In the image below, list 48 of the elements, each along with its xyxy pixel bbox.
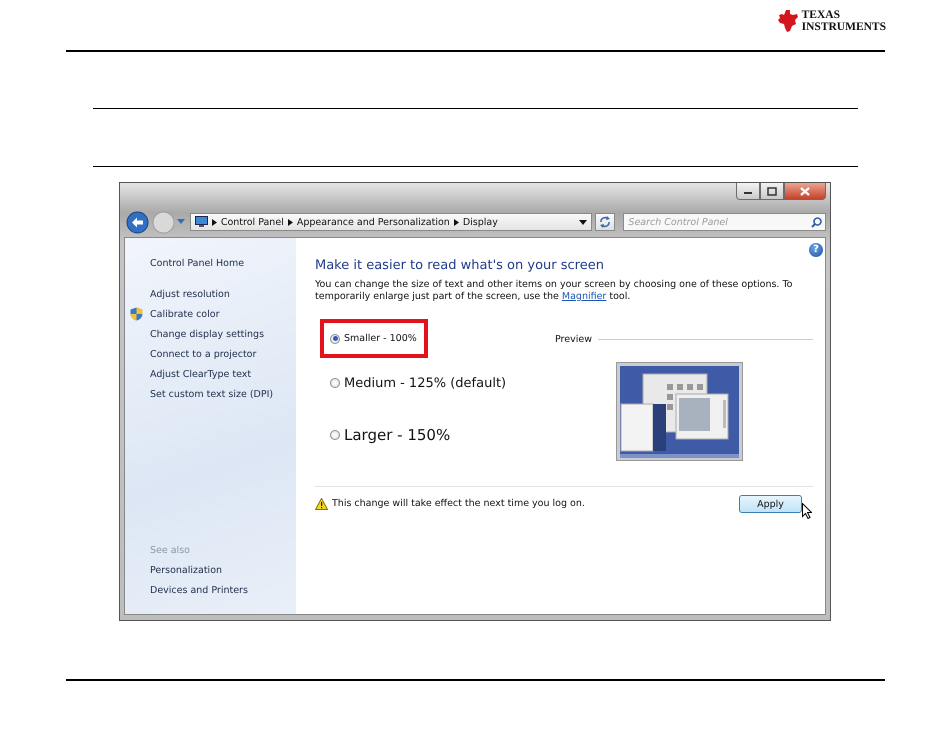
home-link[interactable]: Control Panel Home — [150, 258, 244, 268]
search-field[interactable]: Search Control Panel — [623, 213, 826, 231]
address-bar[interactable]: Control Panel Appearance and Personalization Display — [190, 213, 592, 231]
preview-label: Preview — [555, 334, 592, 345]
notice-text: This change will take effect the next time you log on. — [332, 498, 585, 509]
apply-button[interactable]: Apply — [739, 495, 802, 513]
see-also-link[interactable]: Devices and Printers — [150, 584, 248, 596]
option-label[interactable]: Medium - 125% (default) — [344, 376, 506, 390]
refresh-icon — [599, 216, 612, 228]
option-label[interactable]: Smaller - 100% — [344, 333, 417, 344]
see-also-heading: See also — [150, 544, 190, 556]
task-link[interactable]: Adjust resolution — [150, 288, 230, 300]
task-link[interactable]: Connect to a projector — [150, 348, 256, 360]
close-button[interactable] — [784, 183, 826, 200]
search-icon — [810, 217, 822, 228]
close-icon — [800, 186, 810, 196]
option-label[interactable]: Larger - 150% — [344, 426, 450, 444]
minimize-button[interactable] — [736, 183, 760, 200]
radio-button[interactable] — [330, 430, 340, 440]
history-dropdown-icon[interactable] — [177, 219, 185, 225]
logo-icon — [778, 10, 798, 32]
chevron-icon — [454, 218, 459, 226]
cursor-icon — [802, 503, 812, 519]
maximize-icon — [767, 186, 777, 196]
breadcrumb-item[interactable]: Appearance and Personalization — [296, 216, 450, 228]
radio-button[interactable] — [330, 334, 340, 344]
chevron-icon — [212, 218, 217, 226]
logo-text: INSTRUMENTS — [802, 21, 886, 33]
task-link[interactable]: Change display settings — [150, 328, 264, 340]
breadcrumb-item[interactable]: Display — [462, 216, 498, 228]
back-button[interactable] — [126, 210, 148, 234]
magnifier-link[interactable]: Magnifier — [562, 291, 606, 302]
chevron-icon — [288, 218, 293, 226]
task-link[interactable]: Set custom text size (DPI) — [150, 388, 274, 400]
task-link[interactable]: Adjust ClearType text — [150, 368, 252, 380]
description-text: You can change the size of text and other items on your screen by choosing one of these options. To temporarily enlarge just part of the screen, use the Magnifier tool. — [315, 279, 794, 303]
maximize-button[interactable] — [760, 183, 784, 200]
breadcrumb-item[interactable]: Control Panel — [220, 216, 284, 228]
refresh-button[interactable] — [594, 213, 616, 231]
warning-icon — [315, 498, 328, 510]
shield-icon — [130, 307, 143, 321]
task-link[interactable]: Calibrate color — [150, 308, 220, 320]
dropdown-icon[interactable] — [578, 220, 587, 224]
monitor-icon — [194, 216, 208, 228]
radio-button[interactable] — [330, 378, 340, 388]
logo-text: TEXAS — [802, 9, 841, 21]
page-heading: Make it easier to read what's on your screen — [315, 258, 605, 275]
see-also-link[interactable]: Personalization — [150, 564, 222, 576]
